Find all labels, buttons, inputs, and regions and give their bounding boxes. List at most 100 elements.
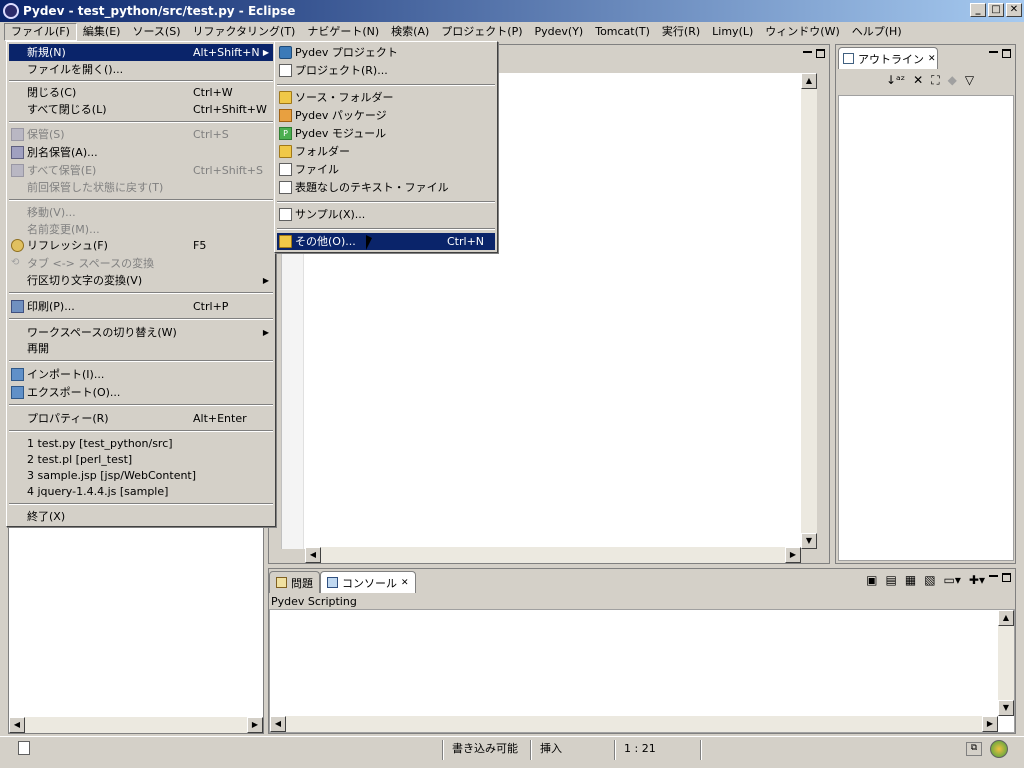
minimize-button[interactable]: _ [970,3,986,17]
menu-help[interactable]: ヘルプ(H) [846,23,908,41]
console-output[interactable]: ▲ ▼ ◀ ▶ [269,609,1015,733]
sort-icon[interactable]: ↓ᵃᶻ [886,73,905,88]
menu-limy[interactable]: Limy(L) [706,23,759,41]
menu-item-rename[interactable]: 名前変更(M)... [9,221,273,238]
new-console-icon[interactable]: ✚▾ [969,573,985,587]
scroll-right-arrow[interactable]: ▶ [247,717,263,733]
menu-item-pydev-module[interactable]: P Pydev モジュール [277,125,495,142]
menu-item-revert[interactable]: 前回保管した状態に戻す(T) [9,179,273,196]
maximize-icon[interactable] [1002,49,1011,58]
menu-separator [277,201,495,203]
menu-item-project[interactable]: プロジェクト(R)... [277,62,495,79]
link-editor-icon[interactable]: ◆ [948,73,957,88]
submenu-arrow-icon: ▶ [262,48,269,57]
menu-run[interactable]: 実行(R) [656,23,706,41]
menu-item-save[interactable]: 保管(S) Ctrl+S [9,126,273,143]
close-tab-icon[interactable]: ✕ [401,578,409,588]
view-menu-icon[interactable]: ▽ [965,73,974,88]
menu-item-close-all[interactable]: すべて閉じる(L) Ctrl+Shift+W [9,101,273,118]
scroll-up-arrow[interactable]: ▲ [998,610,1014,626]
outline-tree[interactable] [838,95,1014,561]
editor-hscroll[interactable]: ◀ ▶ [305,547,801,563]
scroll-left-arrow[interactable]: ◀ [305,547,321,563]
menu-item-exit[interactable]: 終了(X) [9,508,273,525]
maximize-button[interactable]: □ [988,3,1004,17]
close-button[interactable]: ✕ [1006,3,1022,17]
problems-tab-label: 問題 [291,576,313,590]
hide-fields-icon[interactable]: ✕ [913,73,923,88]
tab-console[interactable]: コンソール ✕ [320,571,416,593]
close-tab-icon[interactable]: ✕ [928,54,936,64]
recent-file-2[interactable]: 2 test.pl [perl_test] [9,451,273,468]
recent-file-4[interactable]: 4 jquery-1.4.4.js [sample] [9,483,273,500]
restore-icon[interactable]: ⧉ [966,742,982,756]
left-hscroll[interactable]: ◀ ▶ [9,717,263,733]
menu-tomcat[interactable]: Tomcat(T) [589,23,656,41]
recent-file-1[interactable]: 1 test.py [test_python/src] [9,435,273,452]
menu-window[interactable]: ウィンドウ(W) [759,23,845,41]
menu-item-tab-space[interactable]: ⟲ タブ <-> スペースの変換 [9,255,273,272]
tab-problems[interactable]: 問題 [269,571,320,593]
menu-separator [9,121,273,123]
menu-source[interactable]: ソース(S) [126,23,186,41]
tab-outline[interactable]: アウトライン ✕ [838,47,938,69]
scroll-up-arrow[interactable]: ▲ [801,73,817,89]
perspective-icon[interactable] [990,740,1008,758]
menu-search[interactable]: 検索(A) [385,23,435,41]
menu-item-pydev-project[interactable]: Pydev プロジェクト [277,44,495,61]
remove-launch-icon[interactable]: ▣ [866,573,877,587]
menu-item-open-file[interactable]: ファイルを開く()... [9,61,273,78]
menu-refactor[interactable]: リファクタリング(T) [186,23,301,41]
menu-item-untitled-text[interactable]: 表題なしのテキスト・ファイル [277,179,495,196]
menu-item-print[interactable]: 印刷(P)... Ctrl+P [9,298,273,315]
menu-edit[interactable]: 編集(E) [77,23,127,41]
scroll-right-arrow[interactable]: ▶ [982,716,998,732]
minimize-icon[interactable] [989,51,998,60]
minimize-icon[interactable] [989,575,998,584]
save-icon [11,128,24,141]
editor-vscroll[interactable]: ▲ ▼ [801,73,817,549]
menu-item-close[interactable]: 閉じる(C) Ctrl+W [9,84,273,101]
maximize-icon[interactable] [1002,573,1011,582]
menu-item-save-as[interactable]: 別名保管(A)... [9,144,273,161]
pin-console-icon[interactable]: ▧ [924,573,935,587]
menu-item-import[interactable]: インポート(I)... [9,366,273,383]
scroll-down-arrow[interactable]: ▼ [998,700,1014,716]
menu-item-export[interactable]: エクスポート(O)... [9,384,273,401]
scroll-left-arrow[interactable]: ◀ [270,716,286,732]
menu-item-new[interactable]: 新規(N) Alt+Shift+N ▶ [9,44,273,61]
minimize-icon[interactable] [803,51,812,60]
menu-item-line-delimiter[interactable]: 行区切り文字の変換(V) ▶ [9,272,273,289]
fast-view-icon[interactable] [18,741,30,755]
scroll-left-arrow[interactable]: ◀ [9,717,25,733]
menu-separator [9,80,273,82]
menu-navigate[interactable]: ナビゲート(N) [301,23,385,41]
menu-item-restart[interactable]: 再開 [9,340,273,357]
menu-project[interactable]: プロジェクト(P) [435,23,528,41]
menu-item-save-all[interactable]: すべて保管(E) Ctrl+Shift+S [9,162,273,179]
menu-pydev[interactable]: Pydev(Y) [529,23,590,41]
maximize-icon[interactable] [816,49,825,58]
menu-item-pydev-package[interactable]: Pydev パッケージ [277,107,495,124]
menu-item-properties[interactable]: プロパティー(R) Alt+Enter [9,410,273,427]
menu-file[interactable]: ファイル(F) [4,22,77,41]
menu-item-other[interactable]: その他(O)... Ctrl+N [277,233,495,250]
submenu-arrow-icon: ▶ [262,276,269,285]
console-vscroll[interactable]: ▲ ▼ [998,610,1014,716]
menu-item-label: 行区切り文字の変換(V) [27,274,143,287]
display-console-icon[interactable]: ▭▾ [944,573,961,587]
recent-file-3[interactable]: 3 sample.jsp [jsp/WebContent] [9,467,273,484]
menu-item-sample[interactable]: サンプル(X)... [277,206,495,223]
scroll-right-arrow[interactable]: ▶ [785,547,801,563]
menu-item-refresh[interactable]: リフレッシュ(F) F5 [9,237,273,254]
scroll-down-arrow[interactable]: ▼ [801,533,817,549]
menu-item-switch-workspace[interactable]: ワークスペースの切り替え(W) ▶ [9,324,273,341]
menu-item-file[interactable]: ファイル [277,161,495,178]
scroll-lock-icon[interactable]: ▦ [905,573,916,587]
menu-item-move[interactable]: 移動(V)... [9,204,273,221]
menu-item-source-folder[interactable]: ソース・フォルダー [277,89,495,106]
menu-item-folder[interactable]: フォルダー [277,143,495,160]
remove-all-icon[interactable]: ▤ [886,573,897,587]
console-hscroll[interactable]: ◀ ▶ [270,716,998,732]
collapse-all-icon[interactable]: ⛶ [931,73,939,88]
